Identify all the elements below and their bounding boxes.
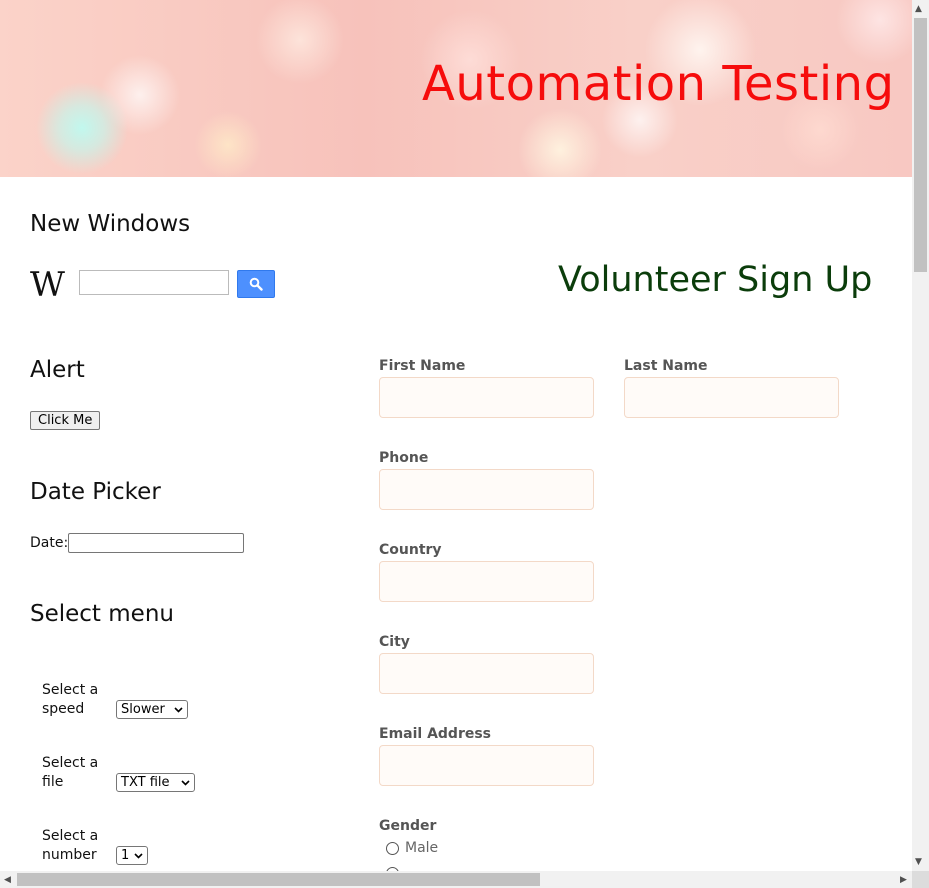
gender-male-label: Male <box>405 840 439 856</box>
vertical-scroll-thumb[interactable] <box>914 18 927 272</box>
first-name-label: First Name <box>379 358 466 374</box>
gender-label: Gender <box>379 818 437 834</box>
file-select-label: Select a file <box>42 755 99 790</box>
search-icon <box>249 277 263 291</box>
speed-select-value: Slower <box>121 702 165 717</box>
file-select-value: TXT file <box>121 775 170 790</box>
alert-heading: Alert <box>30 357 85 383</box>
date-input[interactable] <box>68 533 244 553</box>
scroll-down-arrow-icon[interactable]: ▼ <box>915 857 922 867</box>
date-picker-heading: Date Picker <box>30 479 161 505</box>
gender-male-radio[interactable] <box>386 842 399 855</box>
last-name-field[interactable] <box>624 377 839 418</box>
number-select-label: Select a number <box>42 828 99 863</box>
new-windows-heading: New Windows <box>30 211 191 237</box>
scroll-up-arrow-icon[interactable]: ▲ <box>915 4 922 14</box>
file-select[interactable]: TXT file <box>116 773 195 792</box>
email-field[interactable] <box>379 745 594 786</box>
scrollbar-corner <box>912 871 929 888</box>
alert-click-me-button[interactable]: Click Me <box>30 411 101 430</box>
phone-field[interactable] <box>379 469 594 510</box>
page-viewport: Automation Testing Practice New Windows … <box>0 0 912 871</box>
number-select[interactable]: 1 <box>116 846 148 865</box>
scroll-right-arrow-icon[interactable]: ▶ <box>900 875 907 885</box>
country-label: Country <box>379 542 442 558</box>
chevron-down-icon <box>134 852 143 859</box>
city-label: City <box>379 634 410 650</box>
speed-select[interactable]: Slower <box>116 700 188 719</box>
country-field[interactable] <box>379 561 594 602</box>
speed-select-label: Select a speed <box>42 682 99 717</box>
date-label: Date: <box>30 535 69 551</box>
banner-title: Automation Testing Practice <box>422 56 912 112</box>
chevron-down-icon <box>174 706 183 713</box>
phone-label: Phone <box>379 450 429 466</box>
wikipedia-logo-icon: W <box>30 265 65 305</box>
city-field[interactable] <box>379 653 594 694</box>
email-label: Email Address <box>379 726 492 742</box>
wikipedia-search-input[interactable] <box>79 270 229 295</box>
scroll-left-arrow-icon[interactable]: ◀ <box>4 875 11 885</box>
header-banner: Automation Testing Practice <box>0 0 912 177</box>
chevron-down-icon <box>181 779 190 786</box>
number-select-value: 1 <box>121 848 130 863</box>
first-name-field[interactable] <box>379 377 594 418</box>
volunteer-signup-title: Volunteer Sign Up <box>558 260 873 300</box>
select-menu-heading: Select menu <box>30 601 174 627</box>
last-name-label: Last Name <box>624 358 708 374</box>
horizontal-scroll-thumb[interactable] <box>17 873 540 886</box>
wikipedia-search-button[interactable] <box>237 270 275 298</box>
